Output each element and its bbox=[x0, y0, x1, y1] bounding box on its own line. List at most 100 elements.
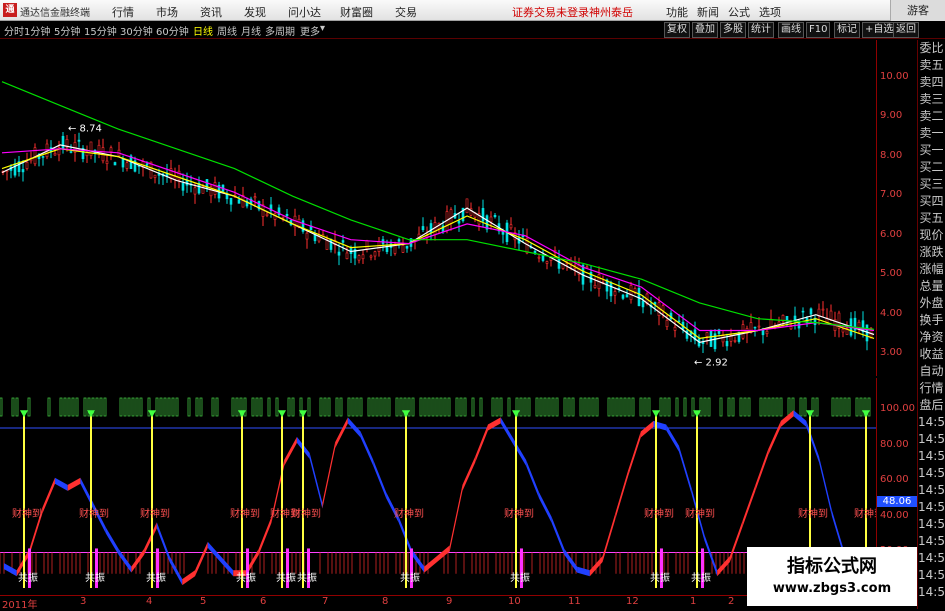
login-warning[interactable]: 证券交易未登录 bbox=[512, 4, 589, 20]
quote-panel-item-15[interactable]: 外盘 bbox=[918, 295, 945, 312]
period-tab-8[interactable]: 月线 bbox=[241, 23, 261, 38]
menu-bar: 通 通达信金融终端 证券交易未登录 神州泰岳 游客 行情 市场 资讯 发现 问小达 财富圈… bbox=[0, 0, 945, 21]
quote-panel-item-12[interactable]: 涨跌 bbox=[918, 244, 945, 261]
co-label: 共振 bbox=[236, 571, 256, 584]
date-tick-8: 10 bbox=[508, 596, 521, 607]
candle bbox=[465, 198, 469, 214]
co-label: 共振 bbox=[297, 571, 317, 584]
quote-panel-item-24[interactable]: 14:50 bbox=[918, 448, 945, 465]
date-tick-10: 12 bbox=[626, 596, 639, 607]
quote-panel-item-4[interactable]: 卖二 bbox=[918, 108, 945, 125]
quote-panel-item-10[interactable]: 买五 bbox=[918, 210, 945, 227]
period-toolbar: 分时 1分钟 5分钟 15分钟 30分钟 60分钟 日线 周线 月线 多周期 更多 ▾ 复权 叠加 多股 统计… bbox=[0, 21, 945, 39]
period-tab-11[interactable]: ▾ bbox=[320, 23, 325, 34]
tool-button-5[interactable]: F10 bbox=[806, 22, 831, 38]
co-label: 共振 bbox=[276, 571, 296, 584]
quote-panel-item-18[interactable]: 收益 bbox=[918, 346, 945, 363]
quote-panel-item-11[interactable]: 现价 bbox=[918, 227, 945, 244]
period-tab-5[interactable]: 60分钟 bbox=[156, 23, 189, 38]
menu-right-item-1[interactable]: 新闻 bbox=[697, 4, 719, 20]
signal-label: 财神到 bbox=[12, 507, 42, 520]
quote-panel-item-8[interactable]: 买三 bbox=[918, 176, 945, 193]
kline-chart[interactable]: ← 8.74 ← 2.92 bbox=[0, 40, 876, 376]
indicator-tick-2: 60.00 bbox=[880, 474, 909, 486]
quote-panel-item-5[interactable]: 卖一 bbox=[918, 125, 945, 142]
quote-panel-item-3[interactable]: 卖三 bbox=[918, 91, 945, 108]
price-tick-2: 8.00 bbox=[880, 149, 903, 161]
co-label: 共振 bbox=[146, 571, 166, 584]
indicator-chart[interactable]: 财神到共振 财神到共振 财神到共振 财神到共振 财神到共振 财神到共振 财神到共振 财神到共振… bbox=[0, 378, 876, 595]
quote-panel-item-14[interactable]: 总量 bbox=[918, 278, 945, 295]
period-tab-3[interactable]: 15分钟 bbox=[84, 23, 117, 38]
quote-panel-item-27[interactable]: 14:50 bbox=[918, 499, 945, 516]
tool-button-2[interactable]: 多股 bbox=[720, 22, 746, 38]
menu-item-4[interactable]: 问小达 bbox=[288, 4, 321, 20]
period-tab-6[interactable]: 日线 bbox=[193, 23, 213, 38]
menu-item-3[interactable]: 发现 bbox=[244, 4, 266, 20]
quote-panel-item-23[interactable]: 14:50 bbox=[918, 431, 945, 448]
quote-panel-item-0[interactable]: 委比 bbox=[918, 40, 945, 57]
period-tab-4[interactable]: 30分钟 bbox=[120, 23, 153, 38]
quote-panel-item-16[interactable]: 换手 bbox=[918, 312, 945, 329]
quote-panel-item-21[interactable]: 盘后 bbox=[918, 397, 945, 414]
menu-item-2[interactable]: 资讯 bbox=[200, 4, 222, 20]
quote-panel-item-32[interactable]: 14:50 bbox=[918, 584, 945, 601]
menu-item-1[interactable]: 市场 bbox=[156, 4, 178, 20]
quote-panel-item-26[interactable]: 14:50 bbox=[918, 482, 945, 499]
tool-button-7[interactable]: +自选 bbox=[862, 22, 897, 38]
quote-panel-item-30[interactable]: 14:50 bbox=[918, 550, 945, 567]
tool-button-3[interactable]: 统计 bbox=[748, 22, 774, 38]
indicator-tick-0: 100.00 bbox=[880, 403, 915, 415]
signal-label: 财神到 bbox=[854, 507, 876, 520]
quote-panel-item-1[interactable]: 卖五 bbox=[918, 57, 945, 74]
quote-panel-item-28[interactable]: 14:50 bbox=[918, 516, 945, 533]
price-tick-4: 6.00 bbox=[880, 228, 903, 240]
date-tick-3: 5 bbox=[200, 596, 207, 607]
period-tab-2[interactable]: 5分钟 bbox=[54, 23, 80, 38]
quote-panel-item-29[interactable]: 14:50 bbox=[918, 533, 945, 550]
watermark-url: www.zbgs3.com bbox=[772, 581, 892, 596]
date-tick-2: 4 bbox=[146, 596, 153, 607]
quote-panel-item-9[interactable]: 买四 bbox=[918, 193, 945, 210]
tool-button-1[interactable]: 叠加 bbox=[692, 22, 718, 38]
period-tab-1[interactable]: 1分钟 bbox=[24, 23, 50, 38]
quote-panel-item-13[interactable]: 涨幅 bbox=[918, 261, 945, 278]
period-tab-9[interactable]: 多周期 bbox=[265, 23, 295, 38]
app-name: 通达信金融终端 bbox=[20, 8, 90, 19]
quote-panel-item-17[interactable]: 净资 bbox=[918, 329, 945, 346]
app-logo: 通 bbox=[3, 3, 17, 17]
price-tick-3: 7.00 bbox=[880, 189, 903, 201]
signal-label: 财神到 bbox=[504, 507, 534, 520]
menu-right-item-2[interactable]: 公式 bbox=[728, 4, 750, 20]
indicator-current-value: 48.06 bbox=[877, 495, 917, 507]
period-tab-0[interactable]: 分时 bbox=[4, 23, 24, 38]
menu-item-5[interactable]: 财富圈 bbox=[340, 4, 373, 20]
quote-panel-item-19[interactable]: 自动 bbox=[918, 363, 945, 380]
quote-panel-item-2[interactable]: 卖四 bbox=[918, 74, 945, 91]
quote-panel-item-22[interactable]: 14:50 bbox=[918, 414, 945, 431]
signal-label: 财神到 bbox=[140, 507, 170, 520]
period-tab-7[interactable]: 周线 bbox=[217, 23, 237, 38]
signal-label: 财神到 bbox=[644, 507, 674, 520]
signal-label: 财神到 bbox=[291, 507, 321, 520]
date-tick-5: 7 bbox=[322, 596, 329, 607]
signal-label: 财神到 bbox=[685, 507, 715, 520]
quote-panel-item-6[interactable]: 买一 bbox=[918, 142, 945, 159]
menu-item-6[interactable]: 交易 bbox=[395, 4, 417, 20]
menu-right-item-3[interactable]: 选项 bbox=[759, 4, 781, 20]
watermark: 指标公式网 www.zbgs3.com bbox=[747, 547, 917, 606]
quote-panel-item-20[interactable]: 行情 bbox=[918, 380, 945, 397]
quote-panel-item-31[interactable]: 14:50 bbox=[918, 567, 945, 584]
quote-panel-item-7[interactable]: 买二 bbox=[918, 159, 945, 176]
guest-button[interactable]: 游客 bbox=[890, 0, 945, 21]
menu-item-0[interactable]: 行情 bbox=[112, 4, 134, 20]
menu-right-item-0[interactable]: 功能 bbox=[666, 4, 688, 20]
tool-button-4[interactable]: 画线 bbox=[778, 22, 804, 38]
period-tab-10[interactable]: 更多 bbox=[300, 23, 320, 38]
tool-button-6[interactable]: 标记 bbox=[834, 22, 860, 38]
low-label: ← 2.92 bbox=[694, 357, 728, 368]
quote-panel-item-25[interactable]: 14:50 bbox=[918, 465, 945, 482]
tool-button-8[interactable]: 返回 bbox=[893, 22, 919, 38]
stock-name-top[interactable]: 神州泰岳 bbox=[589, 4, 633, 20]
tool-button-0[interactable]: 复权 bbox=[664, 22, 690, 38]
